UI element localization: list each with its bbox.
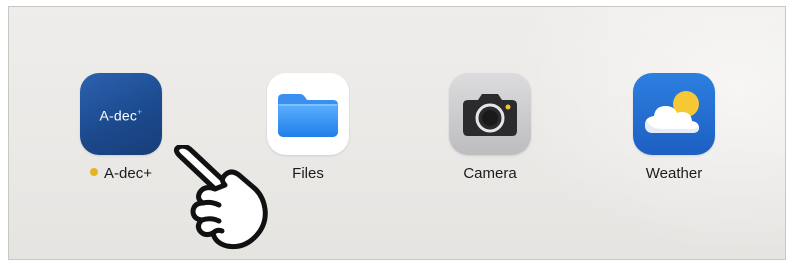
files-folder-icon[interactable] [267,73,349,155]
a-dec-icon-logo: A-dec+ [99,107,143,124]
app-label-weather: Weather [645,165,703,182]
weather-cloud-sun-icon[interactable] [633,73,715,155]
home-screen: A-dec+ A-dec+ Files Camera Weather [8,6,786,260]
tap-hand-icon [167,143,271,251]
a-dec-app-icon[interactable]: A-dec+ [80,73,162,155]
camera-icon[interactable] [449,73,531,155]
new-update-dot-icon [90,168,99,176]
app-label-camera: Camera [463,165,517,182]
